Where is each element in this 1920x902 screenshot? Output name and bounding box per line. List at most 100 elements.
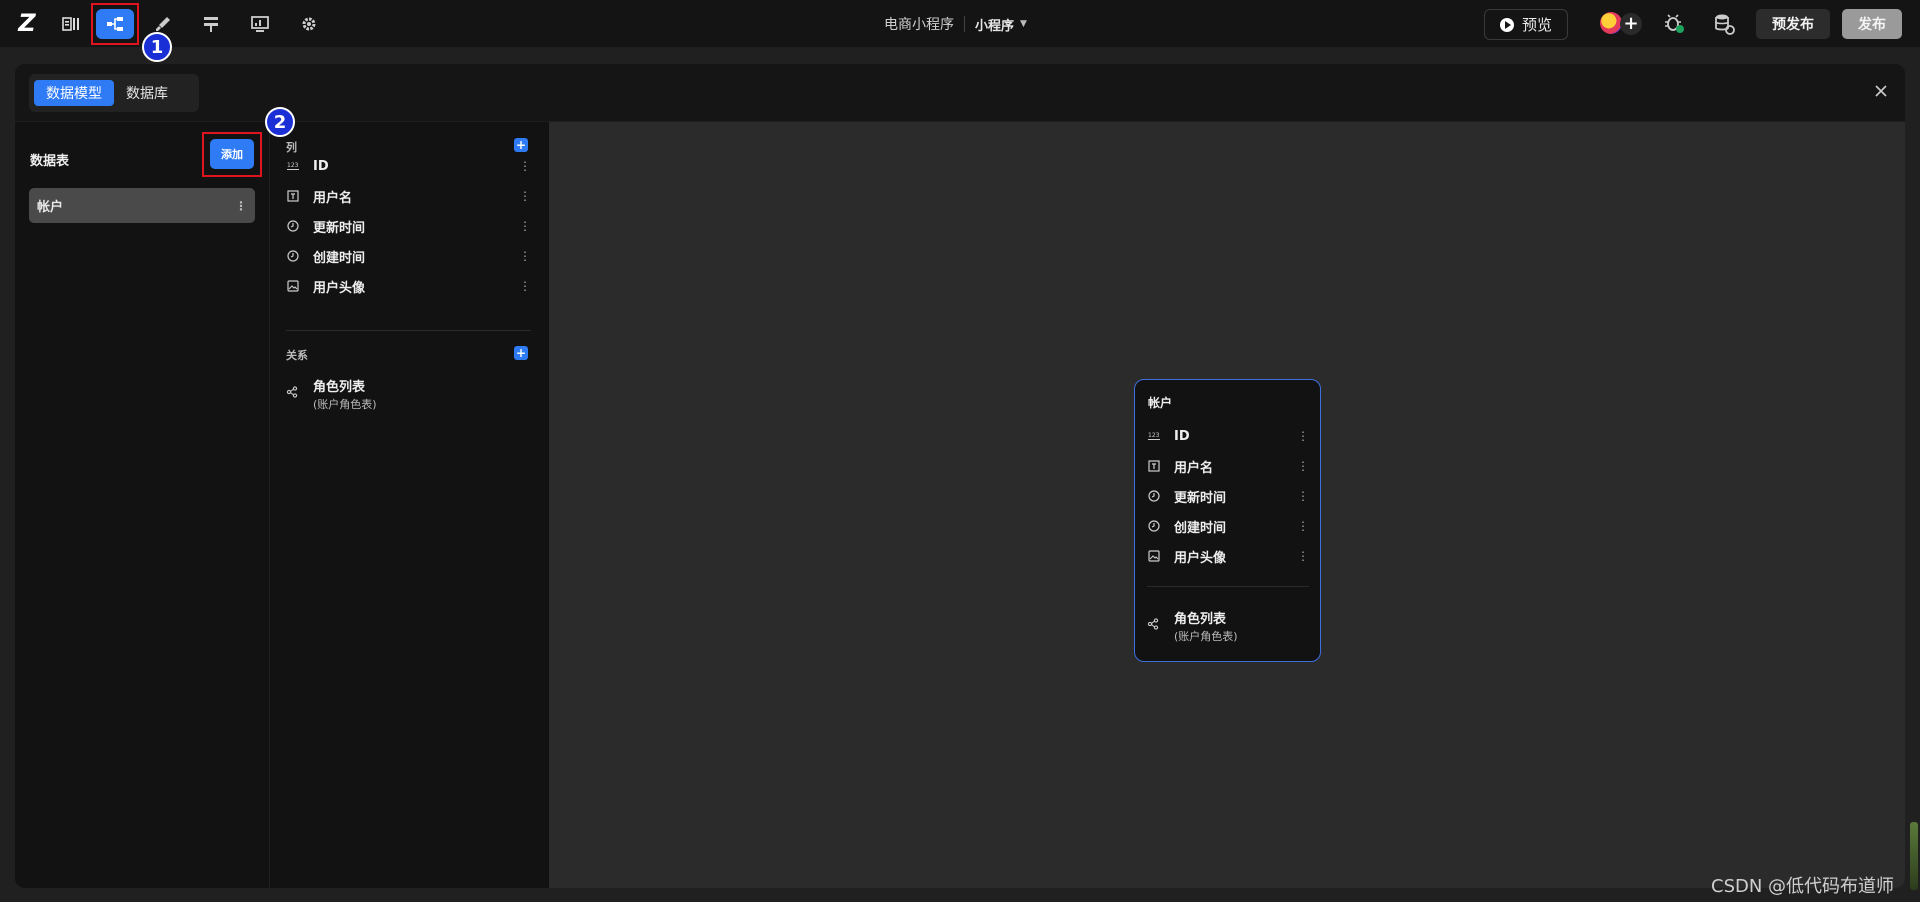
list-item[interactable]: 角色列表 (账户角色表): [286, 376, 531, 412]
tab-data-model[interactable]: 数据模型: [34, 80, 114, 106]
list-item[interactable]: 123 ID ⋮: [286, 154, 531, 178]
list-item[interactable]: 创建时间 ⋮: [286, 244, 531, 268]
clock-icon: [286, 249, 300, 263]
relation-name: 角色列表: [313, 380, 366, 395]
list-item[interactable]: 更新时间 ⋮: [286, 214, 531, 238]
bug-icon: [1665, 14, 1684, 33]
column-name: ID: [1174, 428, 1190, 444]
dashboard-tool-button[interactable]: [241, 9, 279, 39]
more-icon[interactable]: ⋮: [235, 199, 247, 213]
list-item[interactable]: 更新时间 ⋮: [1147, 484, 1309, 508]
text-icon: [286, 189, 300, 203]
text-icon: [1147, 459, 1161, 473]
panel-header: 数据模型 数据库: [15, 64, 1905, 122]
more-icon[interactable]: ⋮: [519, 219, 531, 233]
column-name: 创建时间: [1174, 520, 1227, 536]
relations-label: 关系: [286, 349, 308, 362]
more-icon[interactable]: ⋮: [1297, 549, 1309, 563]
more-icon[interactable]: ⋮: [519, 189, 531, 203]
title-divider: [964, 16, 965, 32]
add-column-button[interactable]: +: [514, 138, 528, 152]
column-name: 用户头像: [313, 280, 366, 296]
paint-icon: [156, 17, 170, 31]
svg-text:123: 123: [1148, 432, 1160, 439]
debug-button[interactable]: [1662, 12, 1686, 36]
more-icon[interactable]: ⋮: [519, 279, 531, 293]
avatar[interactable]: [1600, 12, 1622, 34]
list-item[interactable]: 创建时间 ⋮: [1147, 514, 1309, 538]
workflow-icon: [204, 17, 218, 32]
watermark: CSDN @低代码布道师: [1711, 876, 1895, 897]
list-item[interactable]: 123 ID ⋮: [1147, 424, 1309, 448]
fields-panel: 列 + 123 ID ⋮ 用户名 ⋮ 更新时间 ⋮ 创建时间 ⋮ 用户头像 ⋮: [271, 122, 548, 888]
close-icon: [1875, 85, 1887, 97]
entity-title: 帐户: [1148, 396, 1173, 410]
relation-icon: [286, 383, 300, 398]
add-relation-button[interactable]: +: [514, 346, 528, 360]
data-model-tool-button[interactable]: [96, 9, 134, 39]
play-icon: [1499, 17, 1514, 32]
table-item-account[interactable]: 帐户 ⋮: [29, 188, 255, 223]
tables-title: 数据表: [30, 154, 70, 169]
workflow-tool-button[interactable]: [192, 9, 230, 39]
clock-icon: [286, 219, 300, 233]
pages-tool-button[interactable]: [52, 9, 90, 39]
column-name: 创建时间: [313, 250, 366, 266]
list-item[interactable]: 用户名 ⋮: [286, 184, 531, 208]
app-name: 电商小程序: [884, 17, 954, 33]
list-item[interactable]: 用户头像 ⋮: [286, 274, 531, 298]
column-name: 用户名: [313, 190, 353, 206]
more-icon[interactable]: ⋮: [1297, 429, 1309, 443]
step-marker-2: 2: [265, 107, 295, 137]
list-item[interactable]: 角色列表 (账户角色表): [1147, 608, 1309, 644]
project-switcher[interactable]: 电商小程序 小程序 ▼: [884, 0, 1027, 48]
more-icon[interactable]: ⋮: [1297, 459, 1309, 473]
data-model-icon: [107, 17, 123, 31]
column-name: ID: [313, 158, 329, 174]
list-item[interactable]: 用户名 ⋮: [1147, 454, 1309, 478]
database-icon: [1715, 14, 1735, 35]
top-bar: Z 电商小程序 小程序 ▼ 预览 + 预发布 发布: [0, 0, 1920, 48]
publish-button[interactable]: 发布: [1842, 9, 1902, 39]
scrollbar[interactable]: [1910, 822, 1918, 890]
step-marker-1: 1: [142, 32, 172, 62]
column-name: 更新时间: [313, 220, 366, 236]
columns-label: 列: [286, 141, 297, 154]
column-name: 用户名: [1174, 460, 1214, 476]
section-divider: [286, 330, 531, 331]
svg-text:123: 123: [287, 162, 299, 169]
column-name: 用户头像: [1174, 550, 1227, 566]
settings-tool-button[interactable]: [290, 9, 328, 39]
pages-icon: [62, 17, 79, 31]
chevron-down-icon: ▼: [1020, 19, 1027, 29]
preview-button[interactable]: 预览: [1484, 9, 1568, 40]
relation-name: 角色列表: [1174, 612, 1227, 627]
database-button[interactable]: [1712, 12, 1736, 36]
more-icon[interactable]: ⋮: [519, 249, 531, 263]
app-logo[interactable]: Z: [14, 10, 40, 36]
prepublish-button[interactable]: 预发布: [1756, 9, 1830, 39]
data-model-panel: 数据模型 数据库 数据表 添加 帐户 ⋮ 列 + 123 ID ⋮ 用户名 ⋮: [15, 64, 1905, 888]
add-table-button[interactable]: 添加: [210, 139, 254, 169]
more-icon[interactable]: ⋮: [1297, 489, 1309, 503]
number-icon: 123: [286, 159, 300, 173]
tab-database[interactable]: 数据库: [114, 80, 180, 106]
image-icon: [286, 279, 300, 293]
more-icon[interactable]: ⋮: [1297, 519, 1309, 533]
number-icon: 123: [1147, 429, 1161, 443]
list-item[interactable]: 用户头像 ⋮: [1147, 544, 1309, 568]
settings-icon: [302, 17, 316, 31]
platform-select[interactable]: 小程序: [975, 15, 1014, 34]
add-collaborator-button[interactable]: +: [1620, 13, 1642, 35]
clock-icon: [1147, 519, 1161, 533]
mode-tabs: 数据模型 数据库: [29, 74, 199, 112]
dashboard-icon: [251, 16, 269, 32]
clock-icon: [1147, 489, 1161, 503]
entity-card-account[interactable]: 帐户 123 ID ⋮ 用户名 ⋮ 更新时间 ⋮ 创建时间 ⋮ 用户头像 ⋮ 角…: [1134, 379, 1321, 662]
relation-target: (账户角色表): [313, 398, 377, 411]
relation-target: (账户角色表): [1174, 630, 1238, 643]
image-icon: [1147, 549, 1161, 563]
close-button[interactable]: [1871, 81, 1891, 101]
table-item-label: 帐户: [37, 200, 64, 215]
more-icon[interactable]: ⋮: [519, 159, 531, 173]
